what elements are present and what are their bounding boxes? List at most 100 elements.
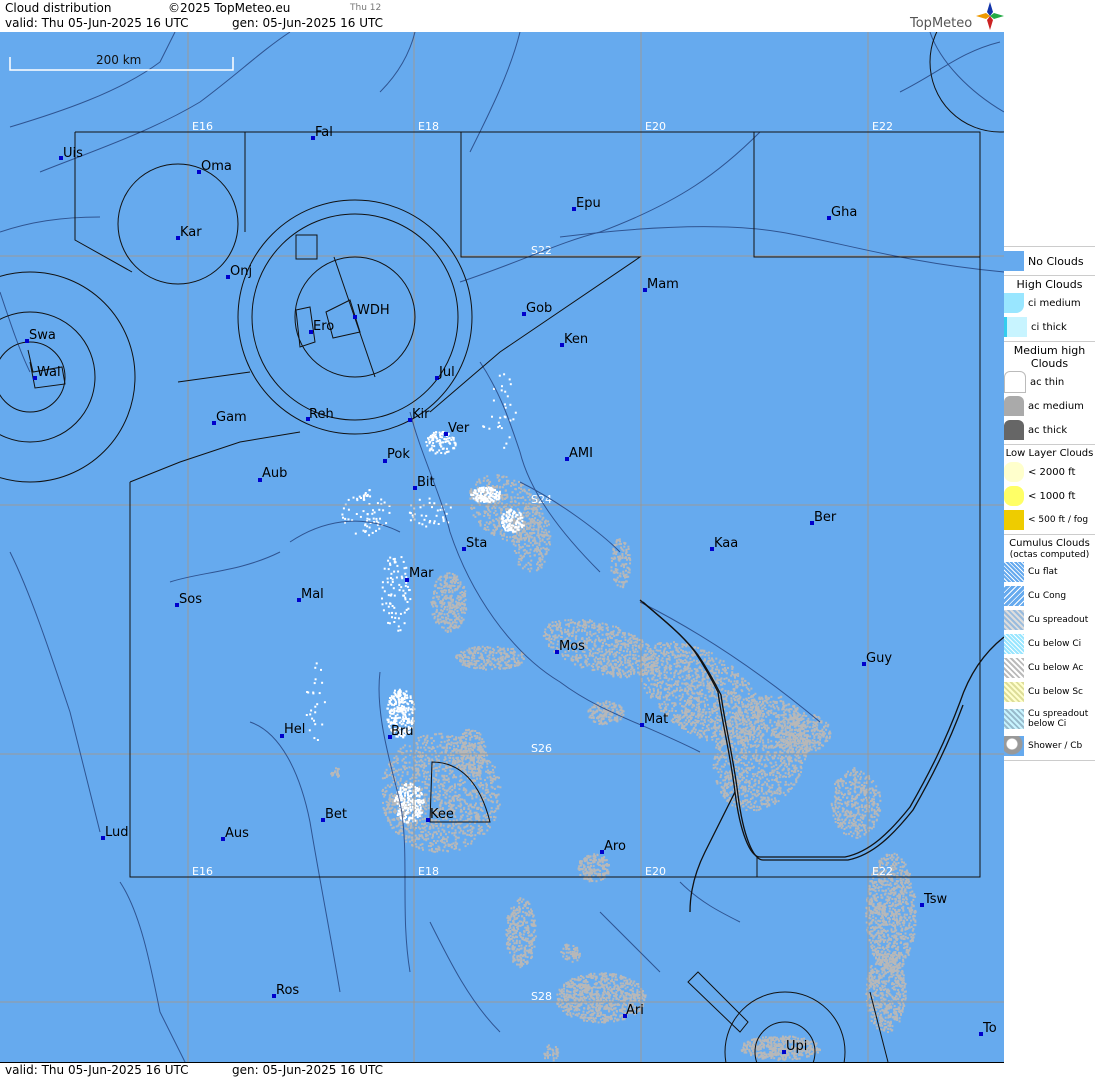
place-sos: Sos xyxy=(179,592,202,607)
medium-clouds-title: Medium high Clouds xyxy=(1013,344,1086,370)
lat-label-s26: S26 xyxy=(531,742,552,755)
place-sta: Sta xyxy=(466,536,487,551)
legend-low-clouds: Low Layer Clouds < 2000 ft < 1000 ft < 5… xyxy=(1004,444,1095,534)
copyright: ©2025 TopMeteo.eu xyxy=(168,1,291,15)
low-2000-swatch xyxy=(1004,462,1024,482)
lon-label-e20-bottom: E20 xyxy=(645,865,666,878)
place-kee: Kee xyxy=(430,807,454,822)
place-mal: Mal xyxy=(301,587,324,602)
cumulus-title: Cumulus Clouds xyxy=(1009,538,1090,549)
place-gha: Gha xyxy=(831,205,857,220)
place-tsw: Tsw xyxy=(923,892,948,907)
high-clouds-title: High Clouds xyxy=(1016,278,1083,291)
place-bit: Bit xyxy=(417,475,435,490)
cu-below-ac-swatch xyxy=(1004,658,1024,678)
topmeteo-logo: TopMeteo xyxy=(910,2,1004,32)
place-aus: Aus xyxy=(225,826,249,841)
low-2000-label: < 2000 ft xyxy=(1028,466,1076,478)
place-mat: Mat xyxy=(644,712,668,727)
low-1000-label: < 1000 ft xyxy=(1028,490,1076,502)
place-kir: Kir xyxy=(412,407,430,422)
place-bet: Bet xyxy=(325,807,347,822)
place-gam: Gam xyxy=(216,410,247,425)
place-aub: Aub xyxy=(262,466,287,481)
place-bru: Bru xyxy=(391,724,414,739)
place-ken: Ken xyxy=(564,332,588,347)
place-wal: Wal xyxy=(37,365,61,380)
place-to: To xyxy=(982,1021,997,1036)
scale-bar-label: 200 km xyxy=(96,53,141,67)
legend-high-clouds: High Clouds ci medium ci thick xyxy=(1004,275,1095,341)
lon-label-e16: E16 xyxy=(192,120,213,133)
lon-label-e16-bottom: E16 xyxy=(192,865,213,878)
place-reh: Reh xyxy=(309,407,334,422)
place-oma: Oma xyxy=(201,159,232,174)
place-ver: Ver xyxy=(448,421,470,436)
place-aro: Aro xyxy=(604,839,626,854)
valid-time: valid: Thu 05-Jun-2025 16 UTC xyxy=(5,16,189,30)
place-mos: Mos xyxy=(559,639,585,654)
cu-below-ac-label: Cu below Ac xyxy=(1028,663,1084,673)
lon-label-e18-bottom: E18 xyxy=(418,865,439,878)
lat-label-s24: S24 xyxy=(531,493,552,506)
cloud-map: E16 E18 E20 E22 E16 E18 E20 E22 S22 S24 … xyxy=(0,32,1004,1062)
low-500-swatch xyxy=(1004,510,1024,530)
place-wdh: WDH xyxy=(357,303,390,318)
lon-label-e18: E18 xyxy=(418,120,439,133)
place-jul: Jul xyxy=(438,365,455,380)
chart-title: Cloud distribution xyxy=(5,1,112,15)
ac-thin-swatch xyxy=(1004,371,1026,393)
place-guy: Guy xyxy=(866,651,892,666)
ci-medium-swatch xyxy=(1004,293,1024,313)
low-1000-swatch xyxy=(1004,486,1024,506)
place-ami: AMI xyxy=(569,446,593,461)
legend-no-clouds: No Clouds xyxy=(1004,246,1095,275)
cu-spreadout-below-ci-swatch xyxy=(1004,709,1024,729)
low-500-label: < 500 ft / fog xyxy=(1028,515,1089,525)
ci-medium-label: ci medium xyxy=(1028,297,1081,309)
low-clouds-title: Low Layer Clouds xyxy=(1005,448,1094,459)
place-upi: Upi xyxy=(786,1039,807,1054)
brand-name: TopMeteo xyxy=(910,16,973,31)
place-lud: Lud xyxy=(105,825,129,840)
place-onj: Onj xyxy=(230,264,252,279)
place-mam: Mam xyxy=(647,277,679,292)
cu-below-sc-label: Cu below Sc xyxy=(1028,687,1083,697)
lat-label-s28: S28 xyxy=(531,990,552,1003)
cumulus-subtitle: (octas computed) xyxy=(1009,550,1090,560)
cu-cong-swatch xyxy=(1004,586,1024,606)
place-uis: Uis xyxy=(63,146,83,161)
legend-cumulus: Cumulus Clouds (octas computed) Cu flat … xyxy=(1004,534,1095,760)
shower-swatch xyxy=(1004,736,1024,756)
ac-thin-label: ac thin xyxy=(1030,376,1065,388)
place-ari: Ari xyxy=(626,1003,644,1018)
gen-time: gen: 05-Jun-2025 16 UTC xyxy=(232,16,384,30)
cu-below-sc-swatch xyxy=(1004,682,1024,702)
place-kaa: Kaa xyxy=(714,536,738,551)
lon-label-e22: E22 xyxy=(872,120,893,133)
place-hel: Hel xyxy=(284,722,305,737)
day-tag: Thu 12 xyxy=(350,3,382,13)
place-ros: Ros xyxy=(276,983,299,998)
header-bar: Cloud distribution ©2025 TopMeteo.eu Thu… xyxy=(0,0,1004,32)
place-gob: Gob xyxy=(526,301,552,316)
map-background xyxy=(0,32,1004,1062)
no-clouds-swatch xyxy=(1004,251,1024,271)
ci-thick-swatch xyxy=(1004,317,1027,337)
shower-label: Shower / Cb xyxy=(1028,741,1083,751)
place-ero: Ero xyxy=(313,319,334,334)
place-pok: Pok xyxy=(387,447,410,462)
cu-cong-label: Cu Cong xyxy=(1028,591,1067,601)
ac-medium-label: ac medium xyxy=(1028,400,1084,412)
no-clouds-label: No Clouds xyxy=(1028,254,1084,268)
footer-gen-time: gen: 05-Jun-2025 16 UTC xyxy=(232,1063,384,1077)
cu-below-ci-label: Cu below Ci xyxy=(1028,639,1082,649)
place-ber: Ber xyxy=(814,510,837,525)
cu-spreadout-label: Cu spreadout xyxy=(1028,615,1089,625)
cu-spreadout-swatch xyxy=(1004,610,1024,630)
lon-label-e22-bottom: E22 xyxy=(872,865,893,878)
place-mar: Mar xyxy=(409,566,434,581)
place-fal: Fal xyxy=(315,125,333,140)
place-epu: Epu xyxy=(576,196,601,211)
footer-bar: valid: Thu 05-Jun-2025 16 UTC gen: 05-Ju… xyxy=(0,1062,1004,1078)
